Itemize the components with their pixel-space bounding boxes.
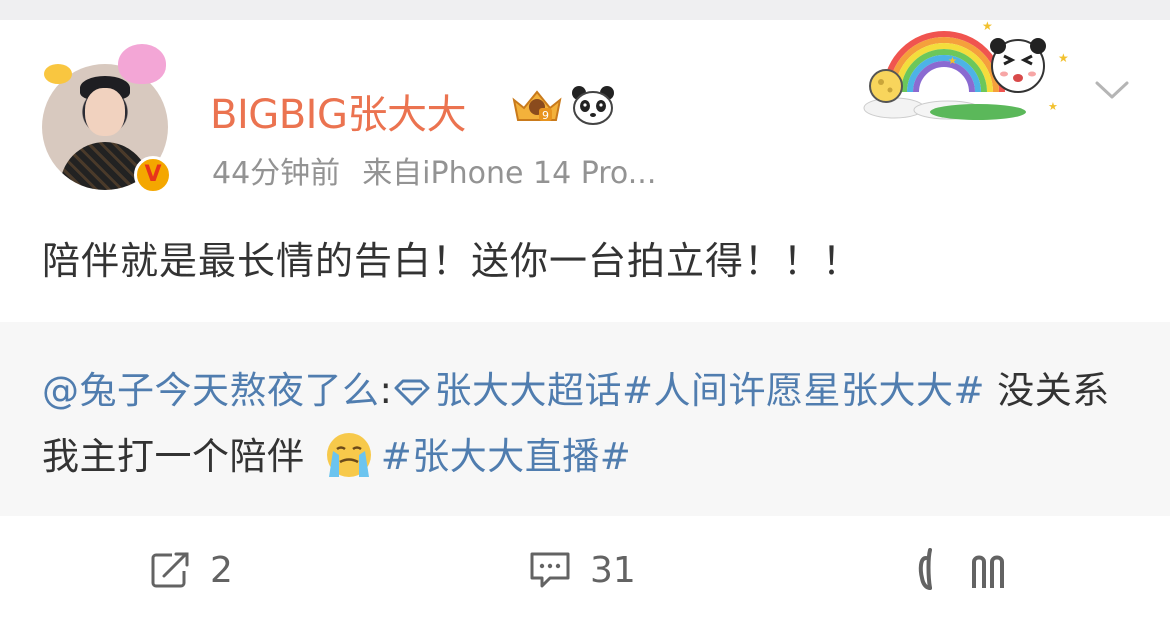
chevron-down-icon[interactable] [1094,78,1130,102]
retweet-text: @兔子今天熬夜了么: 张大大超话#人间许愿星张大大# 没关系 我主打一个陪伴 #张… [42,358,1132,490]
supertopic-link[interactable]: 张大大超话 [434,369,622,412]
topic-link-live[interactable]: #张大大直播# [381,435,632,478]
comment-icon [530,552,570,588]
post-meta: 44分钟前 来自iPhone 14 Pro... [212,148,656,192]
mention-link[interactable]: @兔子今天熬夜了么 [42,369,380,412]
topic-link[interactable]: #人间许愿星张大大# [622,369,985,412]
panda-icon[interactable] [570,84,616,126]
post-time: 44分钟前 [212,156,341,191]
svg-text:★: ★ [948,56,957,67]
repost-button[interactable]: 2 [150,548,233,592]
comment-button[interactable]: 31 [528,548,636,592]
avatar-frame-cloud-icon [44,64,72,84]
verified-badge-icon: V [134,156,172,194]
supertopic-diamond-icon [394,379,430,406]
mention-colon: : [379,369,393,412]
rainbow-panda-sticker[interactable]: ★ ★ ★ ★ [858,20,1080,120]
svg-text:★: ★ [1058,51,1069,65]
crying-emoji-icon [326,433,371,477]
crown-badge-icon[interactable]: 9 [510,86,564,126]
action-bar: 2 31 [0,516,1170,626]
author-name[interactable]: BIGBIG张大大 [210,82,466,140]
post-source: 来自iPhone 14 Pro... [362,156,657,191]
svg-text:★: ★ [1048,100,1058,113]
like-icon [918,548,1004,590]
avatar-frame-heart-icon [118,44,166,84]
post-text: 陪伴就是最长情的告白！送你一台拍立得！！！ [42,239,862,283]
retweet-block[interactable]: @兔子今天熬夜了么: 张大大超话#人间许愿星张大大# 没关系 我主打一个陪伴 #张… [0,322,1170,516]
comment-count: 31 [590,549,636,591]
repost-icon [151,552,189,588]
svg-text:★: ★ [982,20,993,33]
svg-text:9: 9 [542,109,549,122]
like-button[interactable] [912,548,1040,592]
top-divider [0,0,1170,20]
repost-count: 2 [210,549,233,591]
